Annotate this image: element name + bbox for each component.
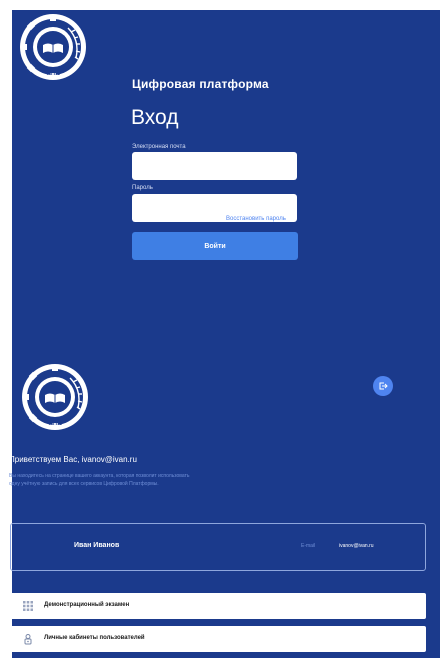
logo-emblem-top: МГПО [20,14,86,80]
user-card: Иван Иванов E-mail ivanov@ivan.ru [10,523,426,571]
user-name: Иван Иванов [74,542,120,549]
grid-icon [23,601,33,611]
account-description: Вы находитесь на странице вашего аккаунт… [9,473,190,487]
logout-button[interactable] [373,376,393,396]
menu-item-label: Демонстрационный экзамен [44,602,130,608]
logo-emblem-bottom: МГПО [22,364,88,430]
forgot-password-link[interactable]: Восстановить пароль [226,216,286,222]
welcome-greeting: Приветствуем Вас, ivanov@ivan.ru [9,455,137,464]
emblem-text: МГПО [47,71,61,76]
platform-title: Цифровая платформа [132,77,269,91]
emblem-text: МГПО [49,421,63,426]
password-label: Пароль [132,185,153,191]
user-lock-icon [24,634,32,645]
email-label: Электронная почта [132,144,186,150]
email-field[interactable] [132,152,297,180]
logout-icon [379,382,388,390]
user-email: ivanov@ivan.ru [339,543,374,549]
menu-item-user-cabinets[interactable]: Личные кабинеты пользователей [10,626,426,652]
menu-item-label: Личные кабинеты пользователей [44,635,145,641]
login-button[interactable]: Войти [132,232,298,260]
email-caption: E-mail [301,543,316,549]
menu-item-demo-exam[interactable]: Демонстрационный экзамен [10,593,426,619]
login-heading: Вход [131,106,179,129]
